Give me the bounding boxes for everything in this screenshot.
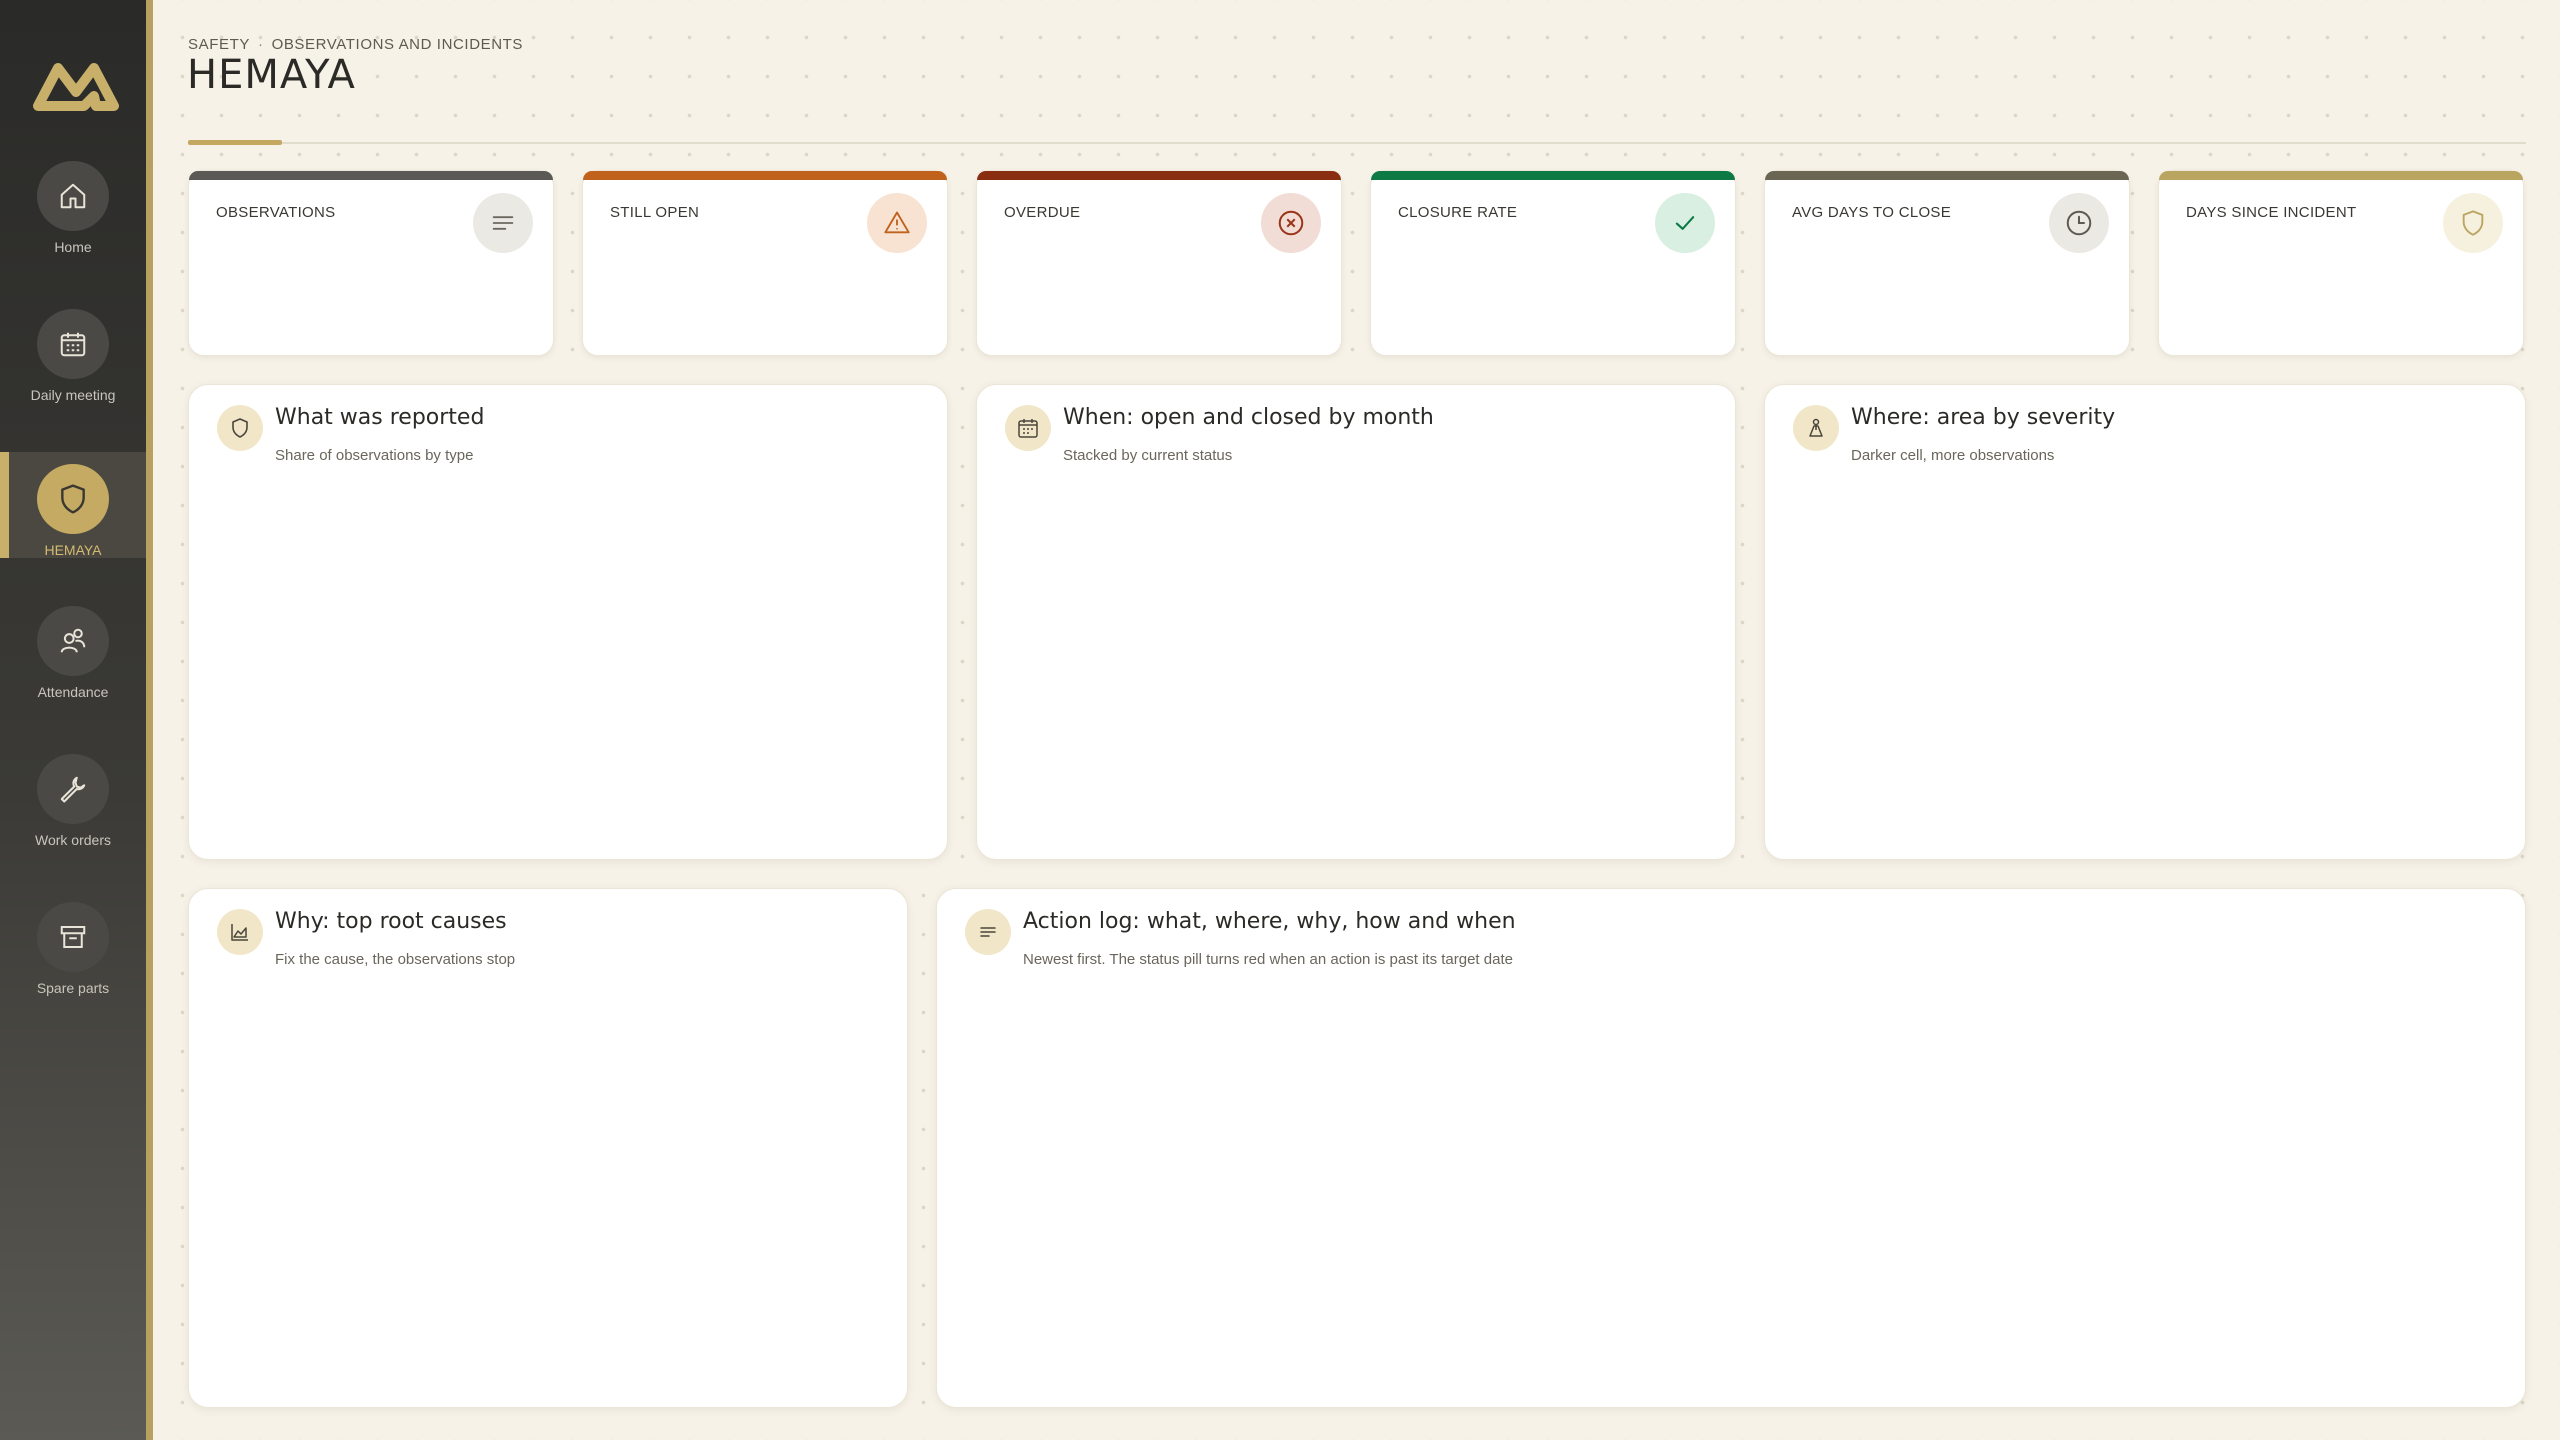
nav-item-daily-meeting[interactable]: Daily meeting <box>0 297 146 403</box>
kpi-label: OVERDUE <box>1004 204 1081 221</box>
clock-icon <box>2049 193 2109 253</box>
nav-label: Daily meeting <box>30 387 116 403</box>
panel-what-was-reported: What was reported Share of observations … <box>188 384 948 860</box>
main-content: SAFETY · OBSERVATIONS AND INCIDENTS HEMAYA… <box>153 0 2560 1440</box>
nav-item-attendance[interactable]: Attendance <box>0 594 146 700</box>
users-icon <box>37 606 109 676</box>
panel-subtitle: Darker cell, more observations <box>1851 447 2055 464</box>
kpi-accent-bar <box>1371 171 1735 180</box>
shield-icon <box>37 464 109 534</box>
page-title: HEMAYA <box>187 52 356 98</box>
kpi-accent-bar <box>583 171 947 180</box>
nav-item-work-orders[interactable]: Work orders <box>0 742 146 848</box>
nav-item-spare-parts[interactable]: Spare parts <box>0 890 146 996</box>
calendar-icon <box>37 309 109 379</box>
list-icon <box>965 909 1011 955</box>
panel-where-by-severity: Where: area by severity Darker cell, mor… <box>1764 384 2526 860</box>
nav-label: Attendance <box>37 684 109 700</box>
panel-subtitle: Share of observations by type <box>275 447 474 464</box>
home-icon <box>37 161 109 231</box>
nav-label: HEMAYA <box>44 542 102 558</box>
kpi-card-closure-rate[interactable]: CLOSURE RATE <box>1370 170 1736 356</box>
title-divider-accent <box>188 140 282 145</box>
kpi-card-overdue[interactable]: OVERDUE <box>976 170 1342 356</box>
list-icon <box>473 193 533 253</box>
calendar-icon <box>1005 405 1051 451</box>
panel-subtitle: Newest first. The status pill turns red … <box>1023 951 1513 968</box>
breadcrumb-separator: · <box>257 36 264 53</box>
panel-title: Where: area by severity <box>1851 405 2116 430</box>
kpi-accent-bar <box>1765 171 2129 180</box>
panel-title: Action log: what, where, why, how and wh… <box>1023 909 1516 934</box>
kpi-label: OBSERVATIONS <box>216 204 336 221</box>
kpi-label: CLOSURE RATE <box>1398 204 1518 221</box>
breadcrumb-section[interactable]: SAFETY <box>188 36 250 53</box>
nav-label: Home <box>54 239 92 255</box>
kpi-card-still-open[interactable]: STILL OPEN <box>582 170 948 356</box>
check-icon <box>1655 193 1715 253</box>
panel-subtitle: Stacked by current status <box>1063 447 1233 464</box>
panel-subtitle: Fix the cause, the observations stop <box>275 951 516 968</box>
panel-action-log: Action log: what, where, why, how and wh… <box>936 888 2526 1408</box>
panel-top-root-causes: Why: top root causes Fix the cause, the … <box>188 888 908 1408</box>
sidebar: Home Daily meeting HEMAYA Attendance Wor… <box>0 0 146 1440</box>
kpi-label: AVG DAYS TO CLOSE <box>1792 204 1952 221</box>
title-divider <box>188 142 2526 144</box>
panel-title: When: open and closed by month <box>1063 405 1434 430</box>
kpi-card-observations[interactable]: OBSERVATIONS <box>188 170 554 356</box>
nav-label: Spare parts <box>36 980 110 996</box>
area-chart-icon <box>217 909 263 955</box>
x-circle-icon <box>1261 193 1321 253</box>
kpi-card-days-since-incident[interactable]: DAYS SINCE INCIDENT <box>2158 170 2524 356</box>
kpi-card-avg-days-to-close[interactable]: AVG DAYS TO CLOSE <box>1764 170 2130 356</box>
kpi-label: DAYS SINCE INCIDENT <box>2186 204 2357 221</box>
shield-icon <box>217 405 263 451</box>
wrench-icon <box>37 754 109 824</box>
archive-icon <box>37 902 109 972</box>
breadcrumb-page: OBSERVATIONS AND INCIDENTS <box>271 36 524 53</box>
brand-logo[interactable] <box>32 56 120 112</box>
breadcrumb: SAFETY · OBSERVATIONS AND INCIDENTS <box>188 36 523 53</box>
kpi-accent-bar <box>189 171 553 180</box>
shield-outline-icon <box>2443 193 2503 253</box>
panel-title: What was reported <box>275 405 485 430</box>
location-person-icon <box>1793 405 1839 451</box>
kpi-label: STILL OPEN <box>610 204 700 221</box>
kpi-accent-bar <box>977 171 1341 180</box>
sidebar-accent-bar <box>146 0 153 1440</box>
panel-title: Why: top root causes <box>275 909 507 934</box>
kpi-accent-bar <box>2159 171 2523 180</box>
nav-label: Work orders <box>35 832 111 848</box>
nav-item-home[interactable]: Home <box>0 149 146 255</box>
panel-when-by-month: When: open and closed by month Stacked b… <box>976 384 1736 860</box>
nav-item-hemaya[interactable]: HEMAYA <box>0 452 146 558</box>
warning-icon <box>867 193 927 253</box>
